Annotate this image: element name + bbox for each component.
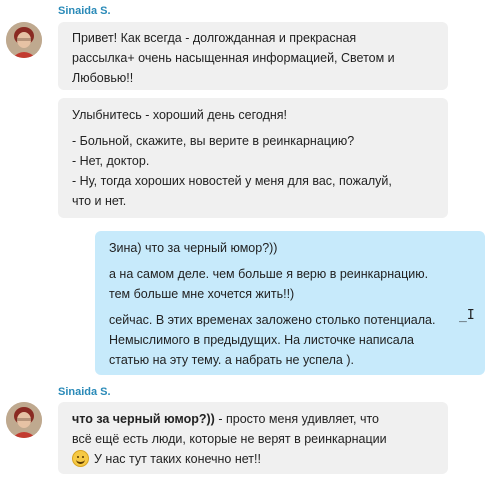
smiling-face-emoji-icon [72,450,89,467]
message-line: Привет! Как всегда - долгожданная и прек… [72,31,357,45]
message-line: а на самом деле. чем больше я верю в реи… [109,267,429,281]
reply-bubble: Зина) что за черный юмор?)) а на самом д… [95,231,485,375]
message-line: Немыслимого в предыдущих. На листочке на… [109,333,414,347]
avatar[interactable] [6,402,42,438]
text-cursor-icon: _I [459,308,475,323]
user-avatar-icon [6,22,42,58]
message-line: - Нет, доктор. [72,154,150,168]
message-line: статью на эту тему. а набрать не успела … [109,353,354,367]
message-text: У нас тут таких конечно нет!! [94,452,261,466]
message-bubble: что за черный юмор?)) - просто меня удив… [58,402,448,474]
message-bubble: Привет! Как всегда - долгожданная и прек… [58,22,448,90]
message-line: что за черный юмор?)) - просто меня удив… [72,409,448,429]
message-line: Зина) что за черный юмор?)) [109,241,278,255]
user-avatar-icon [6,402,42,438]
message-line: - Ну, тогда хороших новостей у меня для … [72,174,392,188]
sender-name[interactable]: Sinaida S. [58,386,111,398]
message-line: рассылка+ очень насыщенная информацией, … [72,51,395,65]
message-bubble: Улыбнитесь - хороший день сегодня! - Бол… [58,98,448,218]
message-line: тем больше мне хочется жить!!) [109,287,295,301]
message-text: - просто меня удивляет, что [214,412,379,426]
message-line: У нас тут таких конечно нет!! [72,449,448,469]
message-line: Любовью!! [72,71,134,85]
sender-name[interactable]: Sinaida S. [58,5,111,17]
message-line: Улыбнитесь - хороший день сегодня! [72,108,288,122]
avatar[interactable] [6,22,42,58]
message-line: что и нет. [72,194,127,208]
message-line: сейчас. В этих временах заложено столько… [109,313,436,327]
quoted-text: что за черный юмор?)) [72,412,215,426]
chat-conversation: Sinaida S. Привет! Как всегда - долгожда… [0,0,495,477]
message-line: - Больной, скажите, вы верите в реинкарн… [72,134,355,148]
message-line: всё ещё есть люди, которые не верят в ре… [72,432,387,446]
